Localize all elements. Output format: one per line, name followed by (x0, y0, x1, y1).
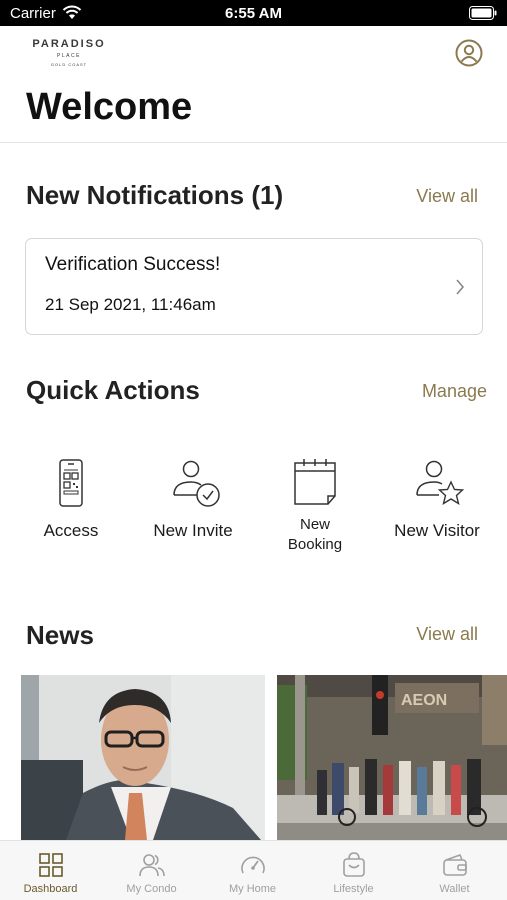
quick-actions-title: Quick Actions (26, 375, 200, 405)
news-view-all-link[interactable]: View all (416, 624, 478, 645)
news-image[interactable]: AEON (277, 675, 507, 840)
quick-action-label: Access (43, 521, 99, 540)
news-image[interactable] (21, 675, 265, 840)
chevron-right-icon (456, 279, 465, 295)
tab-bar: Dashboard My Condo My Home Lifestyle Wal… (0, 840, 507, 900)
quick-action-new-invite[interactable]: New Invite (131, 455, 255, 541)
tab-my-condo[interactable]: My Condo (101, 841, 202, 900)
header-divider (0, 142, 507, 143)
profile-icon[interactable] (454, 38, 484, 68)
basket-icon (342, 852, 365, 877)
notification-title: Verification Success! (45, 254, 221, 275)
quick-action-label: New Booking (287, 516, 343, 553)
notification-card[interactable]: Verification Success! 21 Sep 2021, 11:46… (25, 238, 483, 335)
notifications-view-all-link[interactable]: View all (416, 186, 478, 207)
grid-icon (38, 853, 63, 877)
notifications-title: New Notifications (1) (26, 180, 284, 210)
qr-phone-icon (59, 459, 83, 507)
tab-wallet[interactable]: Wallet (404, 841, 505, 900)
tab-label: My Home (228, 883, 277, 895)
quick-actions-manage-link[interactable]: Manage (422, 381, 487, 402)
quick-action-access[interactable]: Access (9, 455, 133, 541)
quick-action-new-visitor[interactable]: New Visitor (375, 455, 499, 541)
tab-my-home[interactable]: My Home (202, 841, 303, 900)
brand-sub: PLACE (57, 53, 81, 59)
brand-logo: PARADISO PLACE GOLD COAST (24, 38, 114, 67)
clock: 6:55 AM (225, 5, 282, 22)
tab-lifestyle[interactable]: Lifestyle (303, 841, 404, 900)
gauge-icon (240, 856, 265, 874)
tab-label: Lifestyle (333, 883, 374, 895)
svg-text:AEON: AEON (401, 692, 447, 709)
news-photo-street: AEON (277, 675, 507, 840)
tab-label: Wallet (439, 883, 470, 895)
user-star-icon (416, 460, 465, 505)
notification-date: 21 Sep 2021, 11:46am (45, 295, 216, 314)
users-icon (138, 854, 165, 877)
news-title: News (26, 620, 94, 650)
quick-action-new-booking[interactable]: New Booking (253, 455, 377, 555)
wallet-icon (442, 853, 467, 876)
calendar-icon (294, 459, 336, 505)
page-title: Welcome (26, 86, 193, 128)
tab-label: My Condo (126, 883, 177, 895)
user-check-icon (173, 460, 220, 507)
quick-action-label: New Invite (153, 521, 233, 540)
news-photo-man (21, 675, 265, 840)
status-bar: Carrier 6:55 AM (0, 0, 507, 26)
quick-action-label: New Visitor (394, 521, 480, 540)
brand-location: GOLD COAST (50, 62, 88, 67)
battery-icon (469, 6, 497, 20)
brand-name: PARADISO (32, 38, 106, 50)
tab-dashboard[interactable]: Dashboard (0, 841, 101, 900)
tab-label: Dashboard (23, 883, 78, 895)
